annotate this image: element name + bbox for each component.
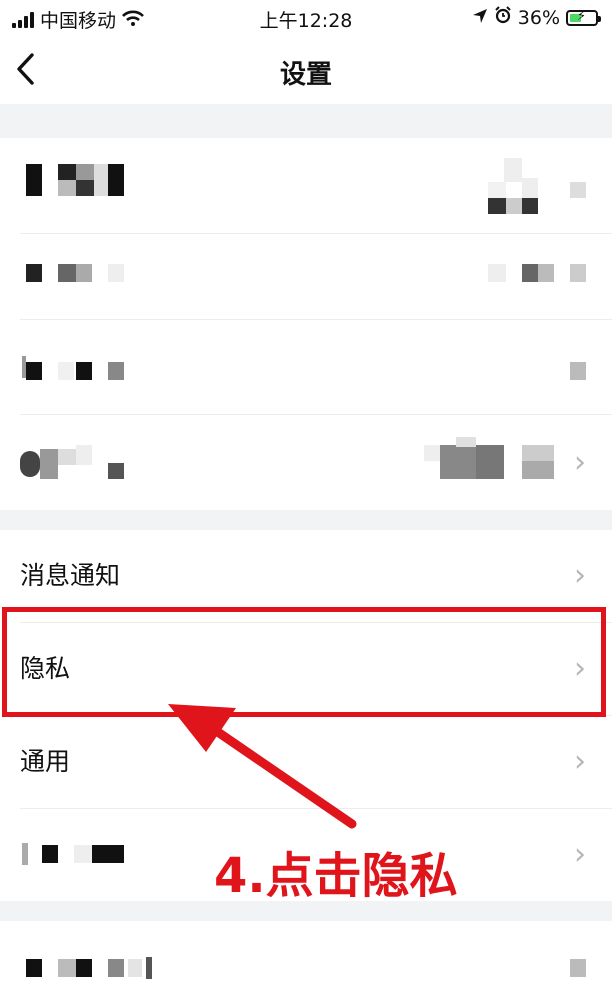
- annotation-label: 4.点击隐私: [214, 848, 458, 904]
